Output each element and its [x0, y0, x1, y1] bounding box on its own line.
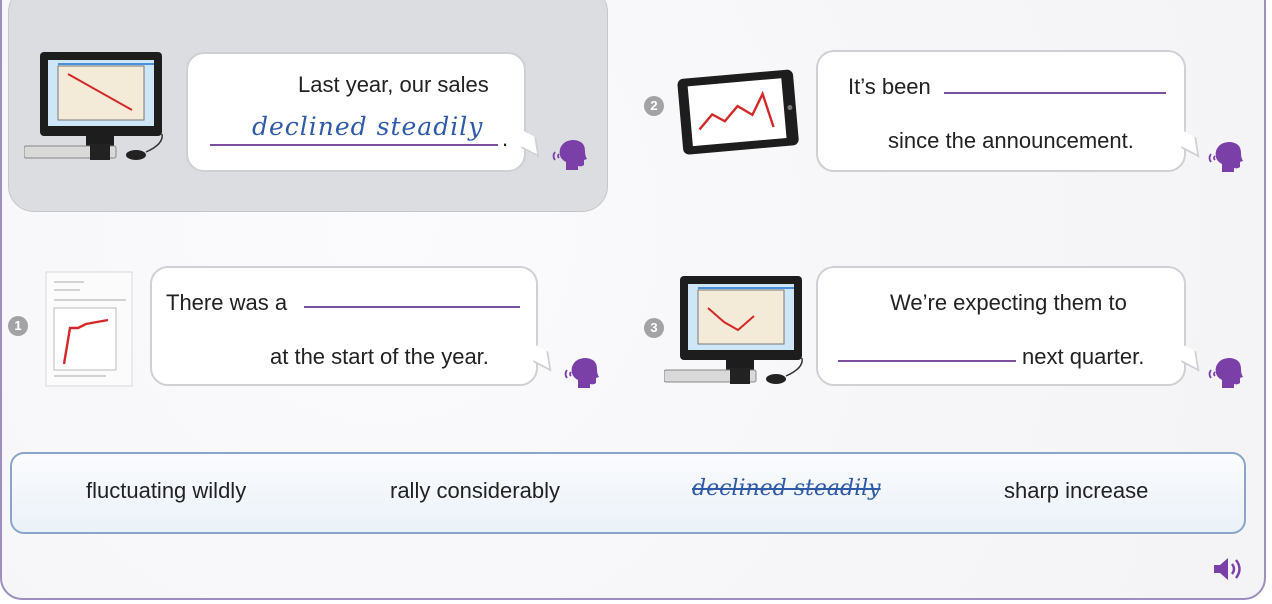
item-3-blank-line[interactable] — [838, 360, 1016, 362]
item-number-1: 1 — [8, 316, 28, 336]
word-bank-option[interactable]: rally considerably — [390, 478, 560, 504]
example-answer: declined steadily — [252, 112, 484, 141]
example-blank-line — [210, 144, 498, 146]
report-chart-icon — [45, 271, 133, 387]
item-number-2: 2 — [644, 96, 664, 116]
speaking-head-icon[interactable] — [1208, 356, 1244, 390]
speaking-head-icon[interactable] — [564, 356, 600, 390]
audio-volume-icon[interactable] — [1212, 555, 1246, 583]
example-period: . — [502, 126, 509, 151]
computer-monitor-icon — [664, 276, 803, 384]
word-bank-option-used[interactable]: declined steadily — [692, 476, 881, 501]
item-2-sentence-end: since the announcement. — [888, 128, 1134, 153]
item-3-sentence-start: We’re expecting them to — [890, 290, 1127, 315]
item-2-sentence-start: It’s been — [848, 74, 931, 99]
item-1-sentence-end: at the start of the year. — [270, 344, 489, 369]
word-bank-option[interactable]: fluctuating wildly — [86, 478, 246, 504]
speaking-head-icon[interactable] — [1208, 140, 1244, 174]
tablet-chart-icon — [677, 69, 799, 155]
example-sentence-start: Last year, our sales — [298, 72, 489, 97]
item-3-sentence-end: next quarter. — [1022, 344, 1145, 369]
item-number-3: 3 — [644, 318, 664, 338]
speaking-head-icon[interactable] — [552, 138, 588, 172]
item-1-blank-line[interactable] — [304, 306, 520, 308]
item-2-blank-line[interactable] — [944, 92, 1166, 94]
word-bank-option[interactable]: sharp increase — [1004, 478, 1148, 504]
item-1-sentence-start: There was a — [166, 290, 288, 315]
computer-monitor-icon — [24, 52, 163, 160]
